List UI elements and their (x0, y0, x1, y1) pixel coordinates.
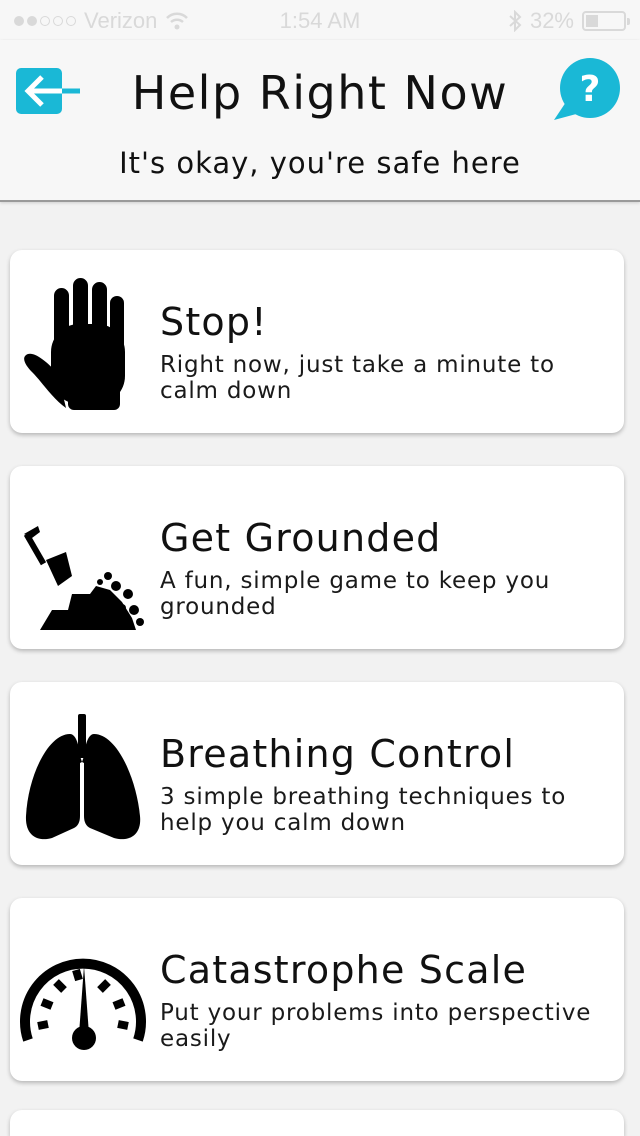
card-stop[interactable]: Stop! Right now, just take a minute to c… (10, 250, 624, 433)
status-right: 32% (508, 8, 630, 34)
svg-text:?: ? (580, 69, 601, 110)
battery-fill (586, 15, 598, 27)
card-title: Breathing Control (160, 732, 516, 776)
page-subtitle: It's okay, you're safe here (119, 146, 521, 180)
back-button[interactable] (16, 66, 84, 116)
card-title: Stop! (160, 300, 268, 344)
card-title: Get Grounded (160, 516, 442, 560)
help-bubble-icon: ? (554, 58, 620, 120)
battery-percent: 32% (529, 8, 574, 33)
bluetooth-icon (509, 10, 522, 32)
help-button[interactable]: ? (552, 58, 622, 122)
card-description: Put your problems into perspective easil… (160, 1000, 592, 1052)
card-description: A fun, simple game to keep you grounded (160, 568, 551, 620)
card-description: 3 simple breathing techniques to help yo… (160, 784, 567, 836)
hand-icon (24, 278, 125, 410)
back-arrow-icon (16, 68, 80, 114)
gauge-icon (20, 958, 146, 1050)
page-title: Help Right Now (131, 66, 509, 120)
card-description: Right now, just take a minute to calm do… (160, 352, 555, 404)
card-get-grounded[interactable]: Get Grounded A fun, simple game to keep … (10, 466, 624, 649)
status-bar: Verizon 1:54 AM 32% (0, 0, 640, 40)
header: Help Right Now ? It's okay, you're safe … (0, 40, 640, 202)
card-catastrophe-scale[interactable]: Catastrophe Scale Put your problems into… (10, 898, 624, 1081)
card-next-partial[interactable] (10, 1110, 624, 1136)
card-breathing-control[interactable]: Breathing Control 3 simple breathing tec… (10, 682, 624, 865)
shovel-icon (23, 526, 144, 630)
card-title: Catastrophe Scale (160, 948, 528, 992)
lungs-icon (25, 714, 141, 840)
battery-icon (582, 11, 630, 31)
